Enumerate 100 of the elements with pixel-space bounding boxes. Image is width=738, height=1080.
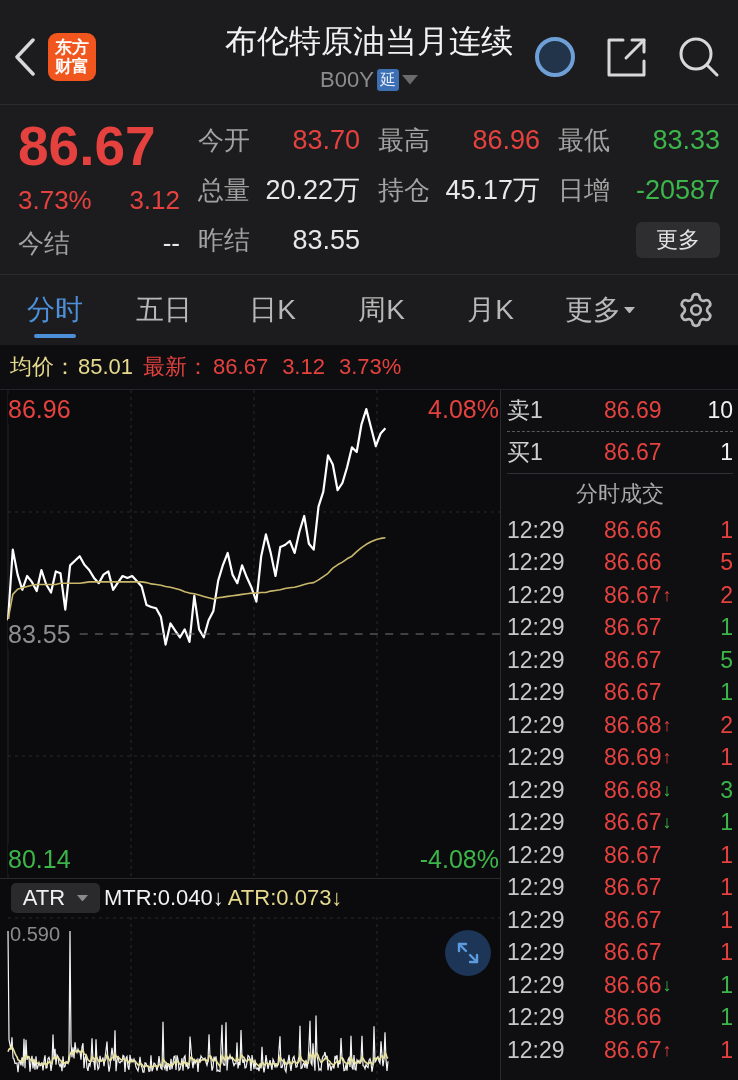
- field-value: 83.70: [292, 124, 360, 156]
- trade-price: 86.66: [604, 971, 662, 999]
- trade-volume: 3: [720, 776, 733, 804]
- trend-arrow: ↑: [662, 747, 672, 769]
- period-tab[interactable]: 月K: [436, 275, 545, 345]
- level-price: 86.67: [604, 439, 662, 466]
- period-tab[interactable]: 分时: [0, 275, 109, 345]
- trade-price: 86.68: [604, 711, 662, 739]
- instrument-title: 布伦特原油当月连续: [225, 22, 513, 60]
- trade-price: 86.67: [604, 1036, 662, 1064]
- trade-price: 86.67: [604, 874, 662, 902]
- period-tab[interactable]: 日K: [218, 275, 327, 345]
- field-label: 今结: [18, 227, 70, 260]
- delay-badge: 延: [376, 69, 399, 91]
- period-tab[interactable]: 周K: [327, 275, 436, 345]
- instrument-code: B00Y: [320, 68, 374, 92]
- trend-arrow: ↑: [662, 584, 672, 606]
- trade-time: 12:29: [507, 874, 566, 902]
- trade-volume: 1: [720, 614, 733, 642]
- y-axis-label: 83.55: [8, 619, 71, 649]
- trade-price: 86.66: [604, 516, 662, 544]
- period-tab[interactable]: 更多: [545, 275, 654, 345]
- trade-time: 12:29: [507, 971, 566, 999]
- trade-price: 86.68: [604, 776, 662, 804]
- average-value: 85.01: [78, 354, 134, 380]
- expand-icon: [456, 941, 480, 965]
- trade-time: 12:29: [507, 1036, 566, 1064]
- trade-volume: 1: [720, 809, 733, 837]
- trade-time: 12:29: [507, 744, 566, 772]
- trade-price: 86.69: [604, 744, 662, 772]
- trade-time: 12:29: [507, 516, 566, 544]
- trade-volume: 2: [720, 581, 733, 609]
- settings-icon: [677, 291, 715, 329]
- trade-price: 86.67: [604, 809, 662, 837]
- trend-arrow: ↑: [662, 1039, 672, 1061]
- latest-label: 最新：: [143, 353, 210, 381]
- trade-volume: 1: [720, 939, 733, 967]
- level-volume: 1: [720, 439, 733, 466]
- trade-time: 12:29: [507, 581, 566, 609]
- trade-time: 12:29: [507, 939, 566, 967]
- trend-arrow: ↑: [662, 714, 672, 736]
- trade-volume: 5: [720, 646, 733, 674]
- trade-price: 86.67: [604, 679, 662, 707]
- trade-price: 86.67: [604, 841, 662, 869]
- change-amount: 3.12: [129, 184, 180, 216]
- trade-price: 86.67: [604, 906, 662, 934]
- trend-arrow: ↓: [662, 974, 672, 996]
- trade-volume: 5: [720, 549, 733, 577]
- caret-down-icon: [623, 306, 635, 314]
- trade-volume: 1: [720, 971, 733, 999]
- trade-time: 12:29: [507, 549, 566, 577]
- average-label: 均价：: [10, 353, 76, 381]
- back-button[interactable]: [14, 38, 36, 76]
- trade-price: 86.66: [604, 1004, 662, 1032]
- level-volume: 10: [707, 397, 733, 424]
- level-price: 86.69: [604, 397, 662, 424]
- trend-arrow: ↓: [662, 812, 672, 834]
- ring-icon[interactable]: [534, 36, 576, 78]
- more-button[interactable]: 更多: [636, 222, 720, 258]
- field-label: 今开: [198, 123, 250, 157]
- y-axis-label: 80.14: [8, 843, 71, 874]
- trades-title: 分时成交: [576, 480, 664, 508]
- app-logo: 东方财富: [48, 33, 96, 81]
- trade-price: 86.66: [604, 549, 662, 577]
- trade-time: 12:29: [507, 614, 566, 642]
- field-label: 最低: [558, 123, 610, 157]
- trade-time: 12:29: [507, 1004, 566, 1032]
- change-percent: 3.73%: [18, 184, 92, 216]
- field-value: 83.33: [652, 124, 720, 156]
- field-value: --: [162, 228, 180, 259]
- trend-arrow: ↓: [662, 779, 672, 801]
- indicator-reading: MTR:0.040↓: [104, 885, 224, 911]
- trade-volume: 2: [720, 711, 733, 739]
- trade-time: 12:29: [507, 646, 566, 674]
- level-label: 买1: [507, 438, 544, 467]
- share-button[interactable]: [606, 36, 648, 78]
- chevron-left-icon: [14, 38, 36, 76]
- trade-volume: 1: [720, 679, 733, 707]
- caret-down-icon: [401, 75, 418, 85]
- field-value: 83.55: [292, 224, 360, 256]
- period-tab[interactable]: 五日: [109, 275, 218, 345]
- search-button[interactable]: [678, 36, 720, 78]
- field-value: -20587: [635, 174, 720, 206]
- share-icon: [606, 36, 648, 78]
- field-label: 日增: [558, 173, 610, 207]
- search-icon: [678, 36, 720, 78]
- expand-button[interactable]: [445, 930, 491, 976]
- latest-value: 86.67: [213, 354, 269, 380]
- change-amount: 3.12: [282, 354, 325, 380]
- trade-volume: 1: [720, 906, 733, 934]
- trade-price: 86.67: [604, 614, 662, 642]
- trade-volume: 1: [720, 1036, 733, 1064]
- trade-volume: 1: [720, 874, 733, 902]
- last-price: 86.67: [18, 115, 157, 177]
- indicator-reading: ATR:0.073↓: [227, 885, 343, 911]
- trade-volume: 1: [720, 516, 733, 544]
- trade-time: 12:29: [507, 776, 566, 804]
- trade-time: 12:29: [507, 711, 566, 739]
- indicator-dropdown[interactable]: ATR: [11, 883, 100, 913]
- trade-time: 12:29: [507, 679, 566, 707]
